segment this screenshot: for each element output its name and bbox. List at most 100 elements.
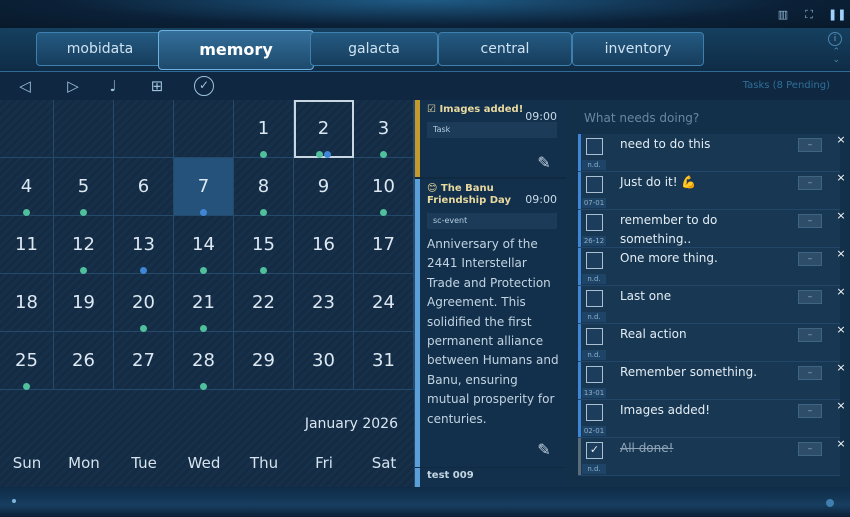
task-checkbox[interactable] [586, 176, 603, 193]
calendar-day[interactable]: 14 [174, 216, 234, 274]
task-text[interactable]: One more thing. [620, 249, 790, 268]
calendar-day[interactable]: 20 [114, 274, 174, 332]
next-icon[interactable]: ▷ [62, 75, 84, 97]
task-row[interactable]: 13-01 Remember something. – × [578, 362, 846, 400]
tab-mobidata[interactable]: mobidata [36, 32, 164, 66]
delete-task-icon[interactable]: × [836, 438, 846, 450]
event-card[interactable]: test 009 [415, 468, 566, 487]
task-priority-button[interactable]: – [798, 252, 822, 266]
calendar-day[interactable]: 3 [354, 100, 414, 158]
tab-inventory[interactable]: inventory [572, 32, 704, 66]
task-row[interactable]: 26-12 remember to do something.. – × [578, 210, 846, 249]
calendar-day[interactable]: 17 [354, 216, 414, 274]
delete-task-icon[interactable]: × [836, 248, 846, 260]
calendar-day[interactable]: 9 [294, 158, 354, 216]
task-text[interactable]: remember to do something.. [620, 211, 790, 249]
delete-task-icon[interactable]: × [836, 172, 846, 184]
calendar-day[interactable]: 19 [54, 274, 114, 332]
calendar-day[interactable]: 2 [294, 100, 354, 158]
task-priority-button[interactable]: – [798, 176, 822, 190]
delete-task-icon[interactable]: × [836, 362, 846, 374]
check-circle-icon[interactable]: ✓ [194, 76, 214, 96]
delete-task-icon[interactable]: × [836, 210, 846, 222]
calendar-day[interactable]: 4 [0, 158, 54, 216]
calendar-day[interactable]: 22 [234, 274, 294, 332]
task-text[interactable]: All done! [620, 439, 790, 458]
calendar-day[interactable]: 8 [234, 158, 294, 216]
calendar-day[interactable]: 30 [294, 332, 354, 390]
task-text[interactable]: Real action [620, 325, 790, 344]
delete-task-icon[interactable]: × [836, 286, 846, 298]
info-icon[interactable]: i [828, 32, 842, 46]
task-row[interactable]: n.d. One more thing. – × [578, 248, 846, 286]
task-due-date: 02-01 [582, 426, 606, 436]
task-checkbox[interactable] [586, 366, 603, 383]
calendar-day[interactable]: 25 [0, 332, 54, 390]
task-row[interactable]: ✓ n.d. All done! – × [578, 438, 846, 476]
pause-icon[interactable]: ❚❚ [828, 8, 846, 22]
chevron-up-down-icon[interactable]: ⌃ ⌄ [832, 48, 840, 65]
task-priority-button[interactable]: – [798, 404, 822, 418]
calendar-day[interactable]: 6 [114, 158, 174, 216]
calendar-day[interactable]: 31 [354, 332, 414, 390]
task-priority-button[interactable]: – [798, 442, 822, 456]
music-icon[interactable]: ♩ [102, 75, 124, 97]
task-due-date: n.d. [582, 160, 606, 170]
calendar-day[interactable]: 24 [354, 274, 414, 332]
calendar-day[interactable]: 13 [114, 216, 174, 274]
calendar-day[interactable]: 15 [234, 216, 294, 274]
task-text[interactable]: need to do this [620, 135, 790, 154]
task-text[interactable]: Just do it! 💪 [620, 173, 790, 192]
add-event-icon[interactable]: ⊞ [146, 75, 168, 97]
task-priority-button[interactable]: – [798, 290, 822, 304]
task-row[interactable]: n.d. Real action – × [578, 324, 846, 362]
task-checkbox[interactable]: ✓ [586, 442, 603, 459]
new-task-input[interactable] [584, 108, 834, 128]
task-checkbox[interactable] [586, 252, 603, 269]
delete-task-icon[interactable]: × [836, 324, 846, 336]
task-text[interactable]: Remember something. [620, 363, 790, 382]
calendar-day[interactable]: 27 [114, 332, 174, 390]
task-priority-button[interactable]: – [798, 138, 822, 152]
task-row[interactable]: 02-01 Images added! – × [578, 400, 846, 438]
sidebar-icon[interactable]: ▥ [776, 8, 790, 22]
calendar-day[interactable]: 21 [174, 274, 234, 332]
task-priority-button[interactable]: – [798, 366, 822, 380]
task-priority-button[interactable]: – [798, 214, 822, 228]
calendar-day[interactable]: 12 [54, 216, 114, 274]
calendar-day[interactable]: 5 [54, 158, 114, 216]
task-checkbox[interactable] [586, 404, 603, 421]
task-row[interactable]: n.d. need to do this – × [578, 134, 846, 172]
tab-galacta[interactable]: galacta [310, 32, 438, 66]
task-row[interactable]: 07-01 Just do it! 💪 – × [578, 172, 846, 210]
previous-icon[interactable]: ◁ [14, 75, 36, 97]
calendar-day[interactable]: 11 [0, 216, 54, 274]
task-text[interactable]: Images added! [620, 401, 790, 420]
edit-icon[interactable]: ✎ [535, 154, 553, 172]
task-row[interactable]: n.d. Last one – × [578, 286, 846, 324]
fullscreen-icon[interactable]: ⛶ [802, 8, 816, 22]
calendar-day[interactable]: 28 [174, 332, 234, 390]
calendar-day[interactable]: 1 [234, 100, 294, 158]
tab-memory[interactable]: memory [158, 30, 314, 70]
task-checkbox[interactable] [586, 214, 603, 231]
calendar-day[interactable]: 7 [174, 158, 234, 216]
delete-task-icon[interactable]: × [836, 400, 846, 412]
calendar-day[interactable]: 26 [54, 332, 114, 390]
tab-central[interactable]: central [438, 32, 572, 66]
calendar-day[interactable]: 23 [294, 274, 354, 332]
delete-task-icon[interactable]: × [836, 134, 846, 146]
task-checkbox[interactable] [586, 328, 603, 345]
calendar-day[interactable]: 29 [234, 332, 294, 390]
edit-icon[interactable]: ✎ [535, 441, 553, 459]
resize-grip-icon[interactable] [826, 499, 834, 507]
task-checkbox[interactable] [586, 138, 603, 155]
calendar-day[interactable]: 18 [0, 274, 54, 332]
task-checkbox[interactable] [586, 290, 603, 307]
event-card[interactable]: 😊 The Banu Friendship Day 09:00 sc-event… [415, 179, 566, 467]
task-text[interactable]: Last one [620, 287, 790, 306]
calendar-day[interactable]: 16 [294, 216, 354, 274]
event-card[interactable]: ☑ Images added! 09:00 Task ✎ [415, 100, 566, 177]
task-priority-button[interactable]: – [798, 328, 822, 342]
calendar-day[interactable]: 10 [354, 158, 414, 216]
